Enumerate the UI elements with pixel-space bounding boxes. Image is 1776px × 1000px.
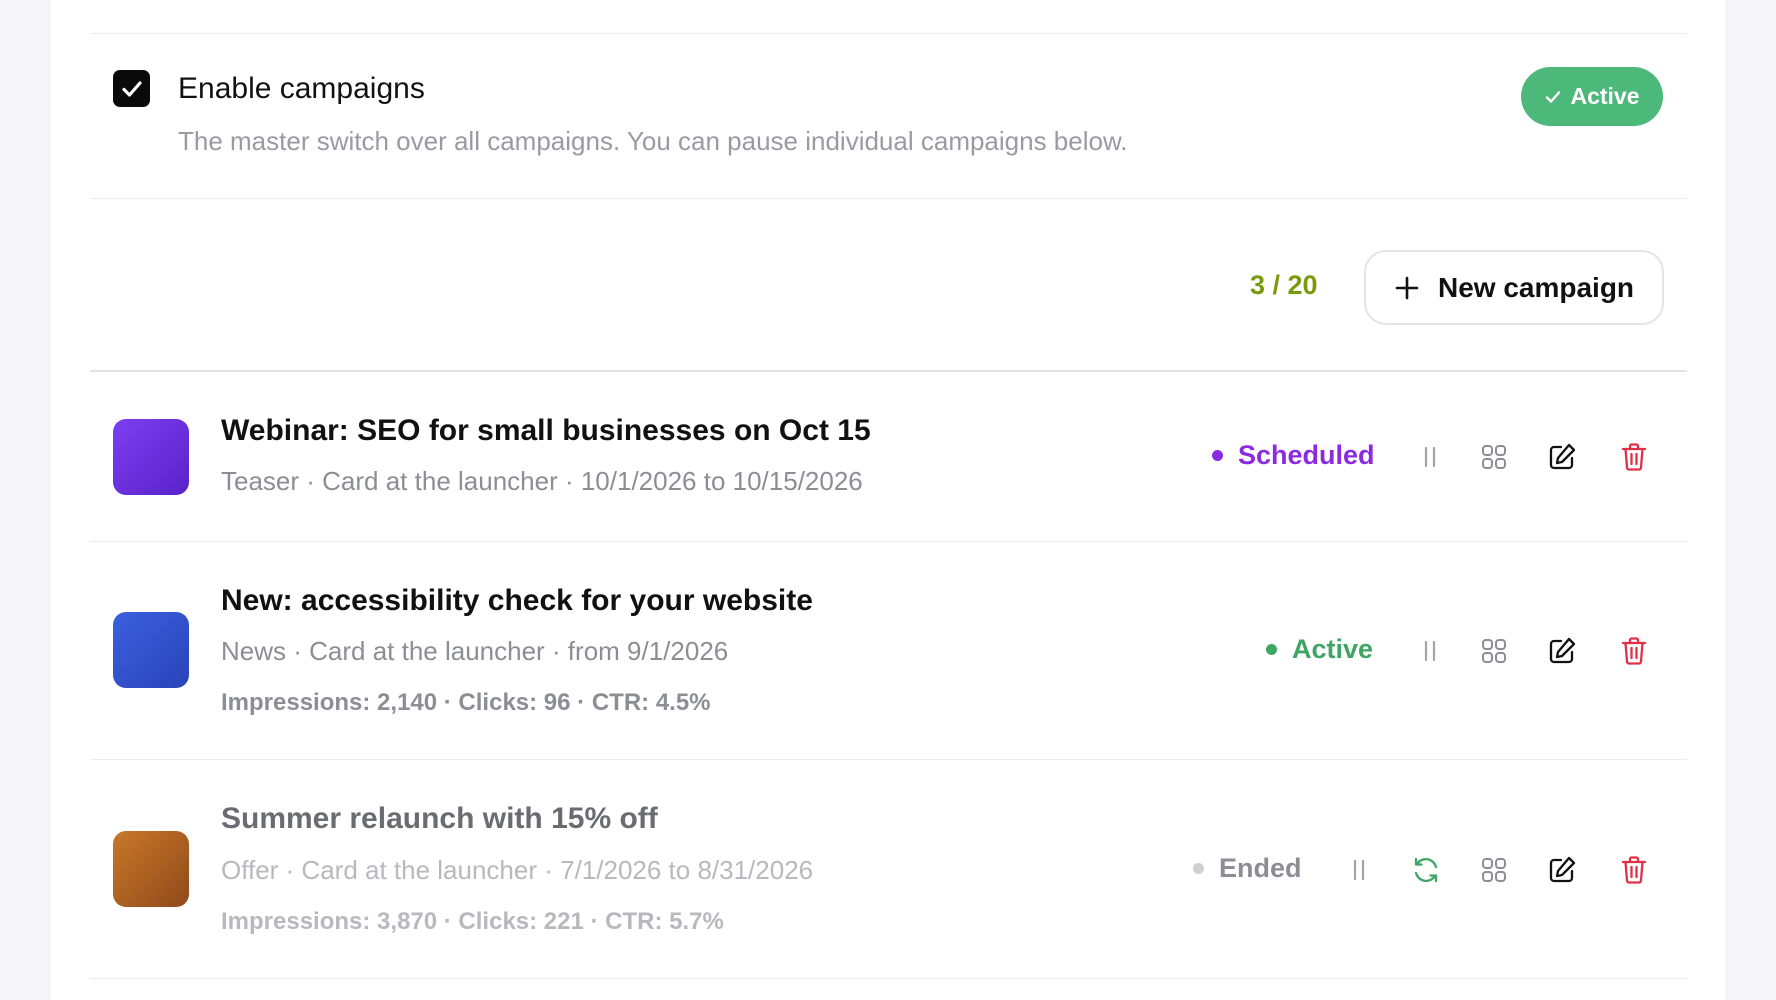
- edit-button[interactable]: [1542, 437, 1582, 477]
- edit-icon: [1549, 637, 1576, 664]
- refresh-icon: [1414, 857, 1438, 883]
- check-icon: [1546, 90, 1561, 103]
- preview-button[interactable]: [1474, 850, 1514, 890]
- campaign-meta: News · Card at the launcher · from 9/1/2…: [221, 636, 729, 666]
- status-label: Ended: [1219, 853, 1302, 883]
- restart-button[interactable]: [1406, 850, 1446, 890]
- status-dot: [1266, 644, 1277, 655]
- pause-button[interactable]: [1339, 850, 1379, 890]
- campaign-count: 3 / 20: [1250, 270, 1318, 300]
- status-badge: Active: [1266, 634, 1373, 665]
- pause-button[interactable]: [1410, 631, 1450, 671]
- master-status-badge: Active: [1521, 67, 1663, 126]
- preview-button[interactable]: [1474, 437, 1514, 477]
- status-dot: [1212, 450, 1223, 461]
- master-status-label: Active: [1570, 83, 1640, 109]
- divider: [90, 541, 1687, 542]
- campaign-stats: Impressions: 3,870 · Clicks: 221 · CTR: …: [221, 908, 724, 935]
- delete-button[interactable]: [1614, 437, 1654, 477]
- trash-icon: [1621, 443, 1647, 471]
- trash-icon: [1621, 637, 1647, 665]
- trash-icon: [1621, 856, 1647, 884]
- enable-campaigns-description: The master switch over all campaigns. Yo…: [178, 126, 1128, 156]
- campaign-meta: Offer · Card at the launcher · 7/1/2026 …: [221, 855, 814, 885]
- campaign-thumbnail: [113, 831, 189, 907]
- campaign-title: Webinar: SEO for small businesses on Oct…: [221, 414, 871, 447]
- checkmark-icon: [121, 80, 142, 97]
- preview-button[interactable]: [1474, 631, 1514, 671]
- status-label: Scheduled: [1238, 440, 1375, 470]
- pause-icon: [1424, 640, 1436, 662]
- status-label: Active: [1292, 634, 1374, 664]
- divider: [90, 370, 1687, 372]
- campaign-thumbnail: [113, 419, 189, 495]
- new-campaign-button[interactable]: New campaign: [1364, 250, 1664, 325]
- grid-icon: [1482, 445, 1506, 469]
- pause-button[interactable]: [1410, 437, 1450, 477]
- pause-icon: [1424, 446, 1436, 468]
- edit-button[interactable]: [1542, 850, 1582, 890]
- divider: [90, 759, 1687, 760]
- divider: [90, 198, 1687, 199]
- new-campaign-label: New campaign: [1437, 271, 1635, 303]
- campaign-stats: Impressions: 2,140 · Clicks: 96 · CTR: 4…: [221, 689, 711, 716]
- campaign-title: Summer relaunch with 15% off: [221, 802, 658, 835]
- delete-button[interactable]: [1614, 850, 1654, 890]
- status-badge: Scheduled: [1212, 440, 1375, 471]
- edit-button[interactable]: [1542, 631, 1582, 671]
- divider: [90, 33, 1687, 34]
- pause-icon: [1353, 859, 1365, 881]
- status-dot: [1193, 863, 1204, 874]
- edit-icon: [1549, 443, 1576, 470]
- grid-icon: [1482, 639, 1506, 663]
- campaign-meta: Teaser · Card at the launcher · 10/1/202…: [221, 466, 863, 496]
- enable-campaigns-checkbox[interactable]: [113, 70, 150, 107]
- delete-button[interactable]: [1614, 631, 1654, 671]
- campaign-thumbnail: [113, 612, 189, 688]
- status-badge: Ended: [1193, 853, 1302, 884]
- plus-icon: [1395, 276, 1419, 299]
- enable-campaigns-title: Enable campaigns: [178, 72, 425, 105]
- edit-icon: [1549, 856, 1576, 883]
- campaign-title: New: accessibility check for your websit…: [221, 584, 813, 617]
- grid-icon: [1482, 858, 1506, 882]
- divider: [90, 978, 1687, 979]
